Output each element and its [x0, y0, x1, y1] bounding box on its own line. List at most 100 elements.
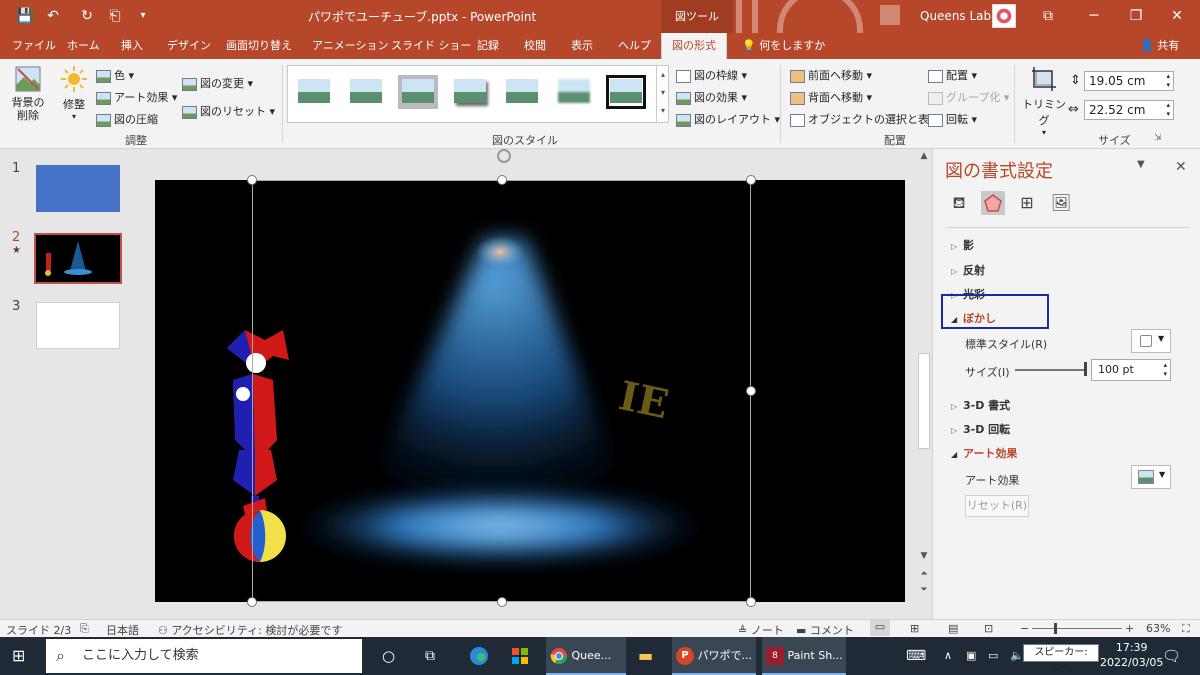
reset-button[interactable]: リセット(R) [965, 495, 1029, 517]
save-icon[interactable]: 💾 [16, 7, 34, 25]
picture-tab-icon[interactable]: 🖼 [1049, 191, 1073, 215]
tab-animations[interactable]: アニメーション [312, 33, 389, 59]
clock[interactable]: 17:39 2022/03/05 [1100, 637, 1163, 675]
compress-pictures-button[interactable]: 図の圧縮 [96, 111, 158, 127]
accessibility-status[interactable]: ⚇ アクセシビリティ: 検討が必要です [158, 622, 342, 638]
ribbon-display-options-icon[interactable]: ⧉ [1025, 0, 1071, 33]
gallery-scroll[interactable]: ▴ ▾ ▾ [656, 66, 669, 122]
picture-style-black-frame[interactable] [606, 75, 646, 109]
zoom-slider-handle[interactable] [1054, 623, 1057, 634]
bring-forward-button[interactable]: 前面へ移動 ▾ [790, 67, 872, 83]
preset-dropdown[interactable]: ▼ [1131, 329, 1171, 353]
picture-style-white-frame[interactable] [346, 75, 386, 109]
tab-design[interactable]: デザイン [167, 33, 211, 59]
fill-line-tab-icon[interactable]: ⛾ [947, 191, 971, 215]
resize-handle-top[interactable] [497, 175, 507, 185]
tab-help[interactable]: ヘルプ [618, 33, 651, 59]
slideshow-from-start-icon[interactable]: ⎗ [106, 7, 124, 25]
tab-transitions[interactable]: 画面切り替え [226, 33, 292, 59]
size-input[interactable]: 100 pt ▴ ▾ [1091, 359, 1171, 381]
align-button[interactable]: 配置 ▾ [928, 67, 977, 83]
taskbar-powerpoint[interactable]: P パワポで... [672, 637, 756, 675]
pane-close-icon[interactable]: ✕ [1175, 159, 1187, 175]
meet-now-icon[interactable]: ▣ [966, 637, 976, 675]
customize-qat-icon[interactable]: ▾ [134, 7, 152, 25]
effects-tab-icon[interactable] [981, 191, 1005, 215]
picture-style-drop-shadow[interactable] [450, 75, 490, 109]
slide-sorter-icon[interactable]: ⊞ [910, 622, 919, 635]
reset-picture-button[interactable]: 図のリセット ▾ [182, 103, 275, 119]
tab-insert[interactable]: 挿入 [121, 33, 143, 59]
corrections-button[interactable]: 修整 ▾ [56, 65, 92, 121]
tab-view[interactable]: 表示 [571, 33, 593, 59]
resize-handle-top-right[interactable] [746, 175, 756, 185]
resize-handle-right[interactable] [746, 386, 756, 396]
picture-style-simple-frame[interactable] [294, 75, 334, 109]
picture-style-soft-edge[interactable] [554, 75, 594, 109]
height-input[interactable]: 19.05 cm ▴ ▾ [1084, 71, 1174, 91]
tab-slideshow[interactable]: スライド ショー [391, 33, 472, 59]
redo-icon[interactable]: ↻ [78, 7, 96, 25]
tab-picture-format[interactable]: 図の形式 [661, 33, 727, 59]
resize-handle-bottom-right[interactable] [746, 597, 756, 607]
color-button[interactable]: 色 ▾ [96, 67, 134, 83]
size-slider-handle[interactable] [1084, 362, 1087, 376]
edge-icon[interactable] [468, 637, 490, 675]
close-button[interactable]: ✕ [1154, 0, 1200, 33]
speaker-icon[interactable]: 🔈 [1010, 637, 1024, 675]
resize-handle-top-left[interactable] [247, 175, 257, 185]
send-backward-button[interactable]: 背面へ移動 ▾ [790, 89, 872, 105]
taskbar-paintshop[interactable]: 8 Paint Sh... [762, 637, 846, 675]
tray-overflow-icon[interactable]: ∧ [944, 637, 952, 675]
scroll-up-icon[interactable]: ▲ [916, 149, 932, 163]
reading-view-icon[interactable]: ▤ [948, 622, 958, 635]
account-name[interactable]: Queens Lab [920, 9, 991, 23]
notification-icon[interactable]: 🗨 [1162, 637, 1181, 675]
windows-start-icon[interactable]: ⊞ [12, 637, 25, 675]
size-slider[interactable] [1015, 369, 1085, 371]
slide-thumbnail-3[interactable] [36, 302, 120, 349]
resize-handle-bottom[interactable] [497, 597, 507, 607]
normal-view-icon[interactable]: ▭ [870, 620, 890, 636]
resize-handle-bottom-left[interactable] [247, 597, 257, 607]
fit-slide-icon[interactable]: ⛶ [1182, 622, 1190, 636]
section-shadow[interactable]: ▷ 影 [951, 237, 974, 253]
size-dialog-launcher-icon[interactable]: ⇲ [1154, 133, 1162, 143]
next-slide-icon[interactable]: ⏷ [916, 583, 932, 597]
picture-layout-button[interactable]: 図のレイアウト ▾ [676, 111, 780, 127]
section-3d-format[interactable]: ▷ 3-D 書式 [951, 397, 1010, 413]
battery-icon[interactable]: ▭ [988, 637, 998, 675]
scroll-thumb[interactable] [918, 353, 930, 449]
share-button[interactable]: 👤 共有 [1140, 33, 1179, 59]
zoom-in-icon[interactable]: + [1125, 622, 1134, 635]
taskbar-search-box[interactable]: ⌕ ここに入力して検索 [46, 639, 362, 673]
tab-file[interactable]: ファイル [12, 33, 56, 59]
maximize-button[interactable]: ❐ [1113, 0, 1159, 33]
width-spinner[interactable]: ▴ ▾ [1166, 101, 1170, 119]
language-indicator[interactable]: 日本語 [106, 622, 139, 638]
selection-pane-button[interactable]: オブジェクトの選択と表示 [790, 111, 940, 127]
remove-background-button[interactable]: 背景の 削除 [6, 65, 50, 122]
tell-me-search[interactable]: 💡 何をしますか [742, 33, 825, 59]
rotate-handle[interactable] [497, 149, 511, 163]
scroll-down-icon[interactable]: ▼ [916, 549, 932, 563]
input-indicator-icon[interactable]: ⌨ [906, 637, 926, 675]
artistic-effects-button[interactable]: アート効果 ▾ [96, 89, 177, 105]
account-avatar[interactable] [992, 4, 1016, 28]
section-3d-rotation[interactable]: ▷ 3-D 回転 [951, 421, 1010, 437]
zoom-slider[interactable] [1032, 628, 1122, 629]
picture-style-metal-frame[interactable] [398, 75, 438, 109]
section-reflection[interactable]: ▷ 反射 [951, 262, 985, 278]
taskbar-chrome[interactable]: Quee... [546, 637, 626, 675]
artistic-effects-dropdown[interactable]: ▼ [1131, 465, 1171, 489]
previous-slide-icon[interactable]: ⏶ [916, 567, 932, 581]
size-spinner[interactable]: ▴ ▾ [1163, 361, 1167, 379]
spellcheck-icon[interactable]: ⎘ [80, 622, 89, 636]
zoom-out-icon[interactable]: − [1020, 622, 1029, 635]
vertical-scrollbar[interactable]: ▲ ▼ ⏶ ⏷ [916, 149, 932, 619]
slideshow-view-icon[interactable]: ⊡ [984, 622, 993, 635]
zoom-level[interactable]: 63% [1146, 622, 1170, 635]
picture-border-button[interactable]: 図の枠線 ▾ [676, 67, 747, 83]
size-properties-tab-icon[interactable]: ⊞ [1015, 191, 1039, 215]
comments-button[interactable]: ▬ コメント [796, 622, 854, 638]
